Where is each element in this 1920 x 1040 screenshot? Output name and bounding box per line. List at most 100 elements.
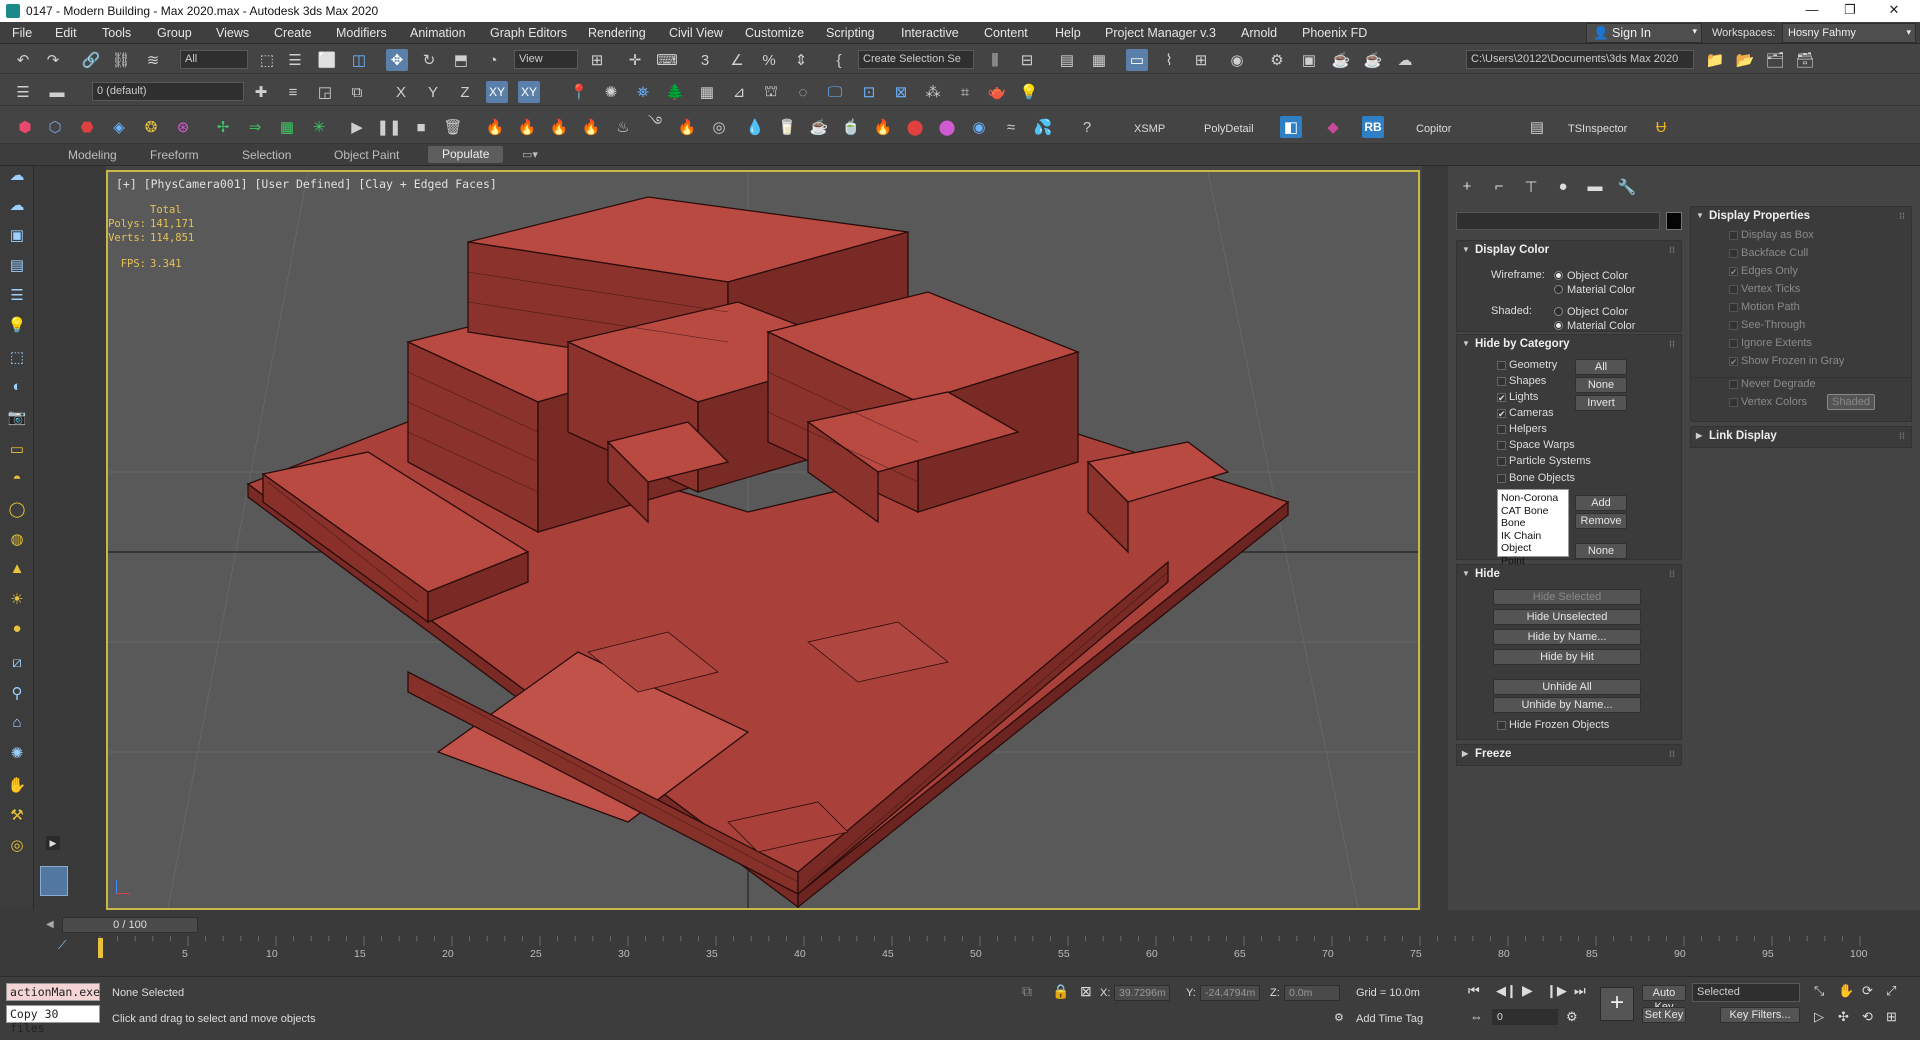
category-cameras-checkbox[interactable]: ✔: [1497, 409, 1506, 419]
list-remove-button[interactable]: Remove: [1575, 513, 1627, 529]
maxscript-listener-bottom[interactable]: Copy 30 files: [6, 1005, 100, 1035]
shaded-object-color-radio[interactable]: [1554, 307, 1563, 316]
rb-button[interactable]: RB: [1362, 116, 1384, 138]
water-drop-icon[interactable]: 💦: [1032, 116, 1054, 138]
xsmp-button[interactable]: XSMP: [1134, 123, 1165, 135]
menu-interactive[interactable]: Interactive: [901, 26, 959, 40]
reference-coordinate-dropdown[interactable]: View: [514, 50, 578, 69]
zoom-extents-icon[interactable]: ⤡: [1814, 983, 1824, 999]
minimize-button[interactable]: —: [1792, 2, 1832, 20]
edges-only-checkbox[interactable]: ✔: [1729, 267, 1738, 277]
snaps-toggle-icon[interactable]: 3: [694, 49, 716, 71]
copitor-button[interactable]: Copitor: [1416, 123, 1451, 135]
field-of-view-icon[interactable]: ▷: [1814, 1009, 1824, 1025]
pan-view-icon[interactable]: ✣: [1838, 1009, 1849, 1025]
never-degrade-checkbox[interactable]: [1729, 380, 1738, 389]
menu-create[interactable]: Create: [274, 26, 312, 40]
select-move-icon[interactable]: ✥: [386, 49, 408, 71]
create-selection-set-dropdown[interactable]: Create Selection Se: [858, 50, 974, 69]
time-slider[interactable]: 0 / 100: [62, 917, 198, 933]
fire-grid-icon[interactable]: 🔥: [548, 116, 570, 138]
category-geometry-checkbox[interactable]: [1497, 361, 1506, 370]
maximize-viewport-icon[interactable]: ⤢: [1886, 983, 1896, 999]
menu-rendering[interactable]: Rendering: [588, 26, 646, 40]
menu-tools[interactable]: Tools: [102, 26, 131, 40]
curve-editor-toggle-icon[interactable]: ⟋: [58, 938, 66, 953]
previous-frame-icon[interactable]: ◀❙: [1496, 983, 1517, 999]
sun-icon[interactable]: ☀: [6, 590, 28, 612]
list-item[interactable]: CAT Bone: [1501, 505, 1565, 518]
prev-frame-icon[interactable]: ◀: [46, 919, 54, 930]
motion-tab-icon[interactable]: ●: [1552, 178, 1574, 200]
key-set-dropdown[interactable]: Selected: [1692, 983, 1800, 1002]
menu-edit[interactable]: Edit: [55, 26, 77, 40]
category-all-button[interactable]: All: [1575, 359, 1627, 375]
menu-modifiers[interactable]: Modifiers: [336, 26, 387, 40]
time-config-icon[interactable]: ⚙: [1566, 1009, 1578, 1025]
absolute-mode-icon[interactable]: ⊠: [1080, 983, 1092, 1000]
x-coordinate-field[interactable]: 39.7296m: [1114, 985, 1170, 1001]
vertex-colors-checkbox[interactable]: [1729, 398, 1738, 407]
curve-editor-icon[interactable]: ⌇: [1158, 49, 1180, 71]
axis-constraint-z[interactable]: Z: [454, 81, 476, 103]
play-animation-icon[interactable]: ▶: [1522, 982, 1533, 999]
menu-content[interactable]: Content: [984, 26, 1028, 40]
angle-snap-icon[interactable]: ∠: [726, 49, 748, 71]
project-save-icon[interactable]: 🗂: [1764, 49, 1786, 71]
spinner-snap-icon[interactable]: ⇕: [790, 49, 812, 71]
menu-group[interactable]: Group: [157, 26, 192, 40]
axis-constraint-y[interactable]: Y: [422, 81, 444, 103]
list-none-button[interactable]: None: [1575, 543, 1627, 559]
render-production-icon[interactable]: ☕: [1330, 49, 1352, 71]
selection-lock-icon[interactable]: 🔒: [1052, 983, 1069, 1000]
list-item[interactable]: IK Chain Object: [1501, 530, 1565, 555]
mirror-icon[interactable]: ⫼: [984, 49, 1006, 71]
vertex-ticks-checkbox[interactable]: [1729, 285, 1738, 294]
light-bulb-icon[interactable]: 💡: [1018, 81, 1040, 103]
menu-civil-view[interactable]: Civil View: [669, 26, 723, 40]
backface-cull-checkbox[interactable]: [1729, 249, 1738, 258]
frame-fit-icon[interactable]: ⊠: [890, 81, 912, 103]
layer-stack-icon[interactable]: ≡: [282, 81, 304, 103]
help-icon[interactable]: ?: [1076, 116, 1098, 138]
key-mode-icon[interactable]: ⇔: [1470, 1009, 1483, 1024]
set-key-button[interactable]: Set Key: [1642, 1007, 1686, 1023]
select-rotate-icon[interactable]: ↻: [418, 49, 440, 71]
play-icon[interactable]: ▶: [346, 116, 368, 138]
plugin-diamond-icon[interactable]: ◆: [1322, 116, 1344, 138]
layer-explorer-icon[interactable]: ▦: [1088, 49, 1110, 71]
monitor-icon[interactable]: 🖵: [824, 81, 846, 103]
render-iterative-icon[interactable]: ☕: [1362, 49, 1384, 71]
key-filters-button[interactable]: Key Filters...: [1720, 1007, 1800, 1023]
filter-icon[interactable]: ⊿: [728, 81, 750, 103]
display-color-header[interactable]: ▼ Display Color ⁞⁞: [1457, 241, 1681, 261]
category-bone-objects-checkbox[interactable]: [1497, 474, 1506, 483]
menu-customize[interactable]: Customize: [745, 26, 804, 40]
frame-icon[interactable]: ⊡: [858, 81, 880, 103]
shaded-material-color-radio[interactable]: [1554, 321, 1563, 330]
isolate-selection-icon[interactable]: ⧉: [1022, 983, 1032, 1000]
wind-icon[interactable]: ࿓: [644, 114, 666, 138]
perspective-viewport[interactable]: [+] [PhysCamera001] [User Defined] [Clay…: [106, 170, 1420, 910]
sphere-primitive-icon[interactable]: ◓: [6, 470, 28, 492]
named-selection-icon[interactable]: {: [828, 49, 850, 71]
stairs-icon[interactable]: ⛫: [760, 81, 782, 103]
polydetail-button[interactable]: PolyDetail: [1204, 123, 1254, 135]
pivot-center-icon[interactable]: ⊞: [586, 49, 608, 71]
category-shapes-checkbox[interactable]: [1497, 377, 1506, 386]
stop-icon[interactable]: ■: [410, 116, 432, 138]
ignore-extents-checkbox[interactable]: [1729, 339, 1738, 348]
hide-frozen-checkbox[interactable]: [1497, 721, 1506, 730]
maxscript-listener-top[interactable]: actionMan.exe: [6, 983, 100, 1001]
category-particle-systems-checkbox[interactable]: [1497, 457, 1506, 466]
create-panel-icon[interactable]: ▣: [6, 226, 28, 248]
see-through-checkbox[interactable]: [1729, 321, 1738, 330]
menu-views[interactable]: Views: [216, 26, 249, 40]
fire-icon[interactable]: 🔥: [484, 116, 506, 138]
layer-manager-icon[interactable]: ⧉: [346, 81, 368, 103]
bind-spacewarp-icon[interactable]: ≋: [142, 49, 164, 71]
wireframe-material-color-radio[interactable]: [1554, 285, 1563, 294]
walk-icon[interactable]: ⚒: [6, 806, 28, 828]
pin-icon[interactable]: 📍: [568, 81, 590, 103]
create-tab-icon[interactable]: +: [1456, 178, 1478, 200]
